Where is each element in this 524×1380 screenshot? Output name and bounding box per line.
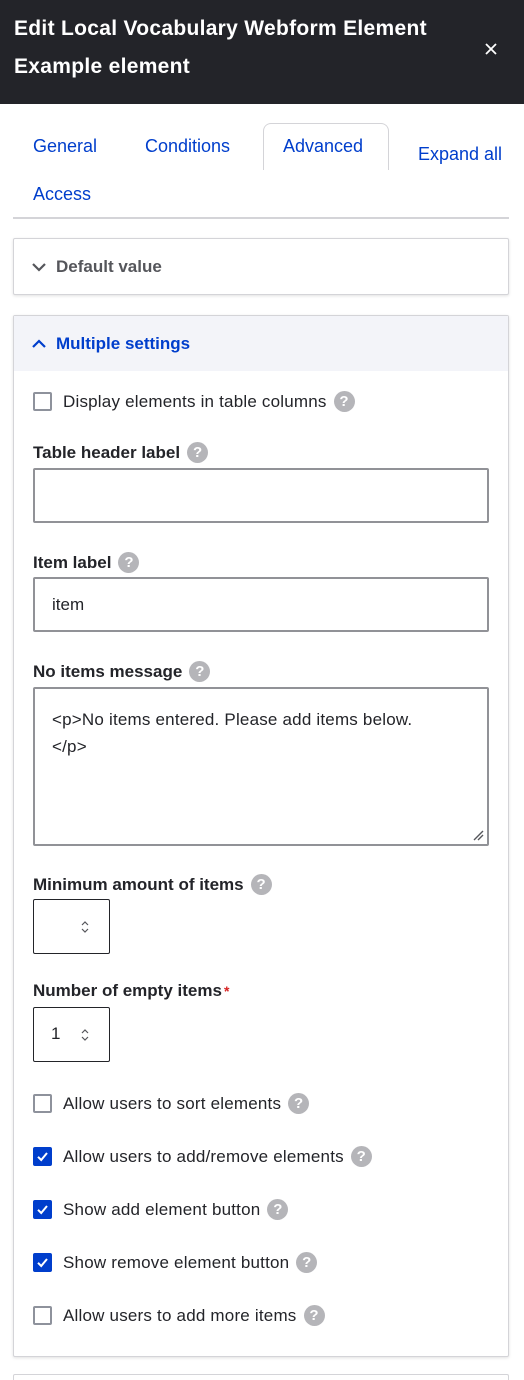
min-items-row: Minimum amount of items ? <box>33 874 272 895</box>
operations-label: Allow users to add/remove elements <box>63 1146 344 1166</box>
dialog-header: Edit Local Vocabulary Webform Element Ex… <box>0 0 524 104</box>
tab-access[interactable]: Access <box>33 184 91 205</box>
remove-button-label: Show remove element button <box>63 1252 290 1272</box>
empty-items-label: Number of empty items <box>33 981 222 1000</box>
add-button-label: Show add element button <box>63 1199 261 1219</box>
sorting-checkbox[interactable] <box>33 1094 52 1113</box>
default-value-summary[interactable]: Default value <box>14 239 508 294</box>
add-more-label: Allow users to add more items <box>63 1305 297 1325</box>
no-items-message-row: No items message ? <box>33 661 211 682</box>
add-button-checkbox[interactable] <box>33 1200 52 1219</box>
help-icon[interactable]: ? <box>189 661 211 682</box>
help-icon[interactable]: ? <box>118 552 140 573</box>
operations-row: Allow users to add/remove elements ? <box>33 1146 372 1167</box>
tab-general[interactable]: General <box>33 136 97 157</box>
checkmark-icon <box>37 1258 48 1268</box>
checkmark-icon <box>37 1152 48 1162</box>
add-button-row: Show add element button ? <box>33 1199 289 1220</box>
sorting-label: Allow users to sort elements <box>63 1093 282 1113</box>
close-icon[interactable] <box>478 36 504 62</box>
help-icon[interactable]: ? <box>250 874 272 895</box>
multiple-settings-summary[interactable]: Multiple settings <box>14 316 508 371</box>
display-in-table-label: Display elements in table columns <box>63 391 327 411</box>
item-label-row: Item label ? <box>33 552 140 573</box>
dialog-title: Edit Local Vocabulary Webform Element Ex… <box>14 17 427 78</box>
chevron-down-icon <box>30 258 48 276</box>
help-icon[interactable]: ? <box>296 1252 318 1273</box>
default-value-section: Default value <box>13 238 509 295</box>
min-items-input[interactable] <box>33 899 110 954</box>
tab-bar: General Conditions Advanced Expand all A… <box>0 104 524 220</box>
next-section-edge <box>13 1374 509 1380</box>
operations-checkbox[interactable] <box>33 1147 52 1166</box>
remove-button-row: Show remove element button ? <box>33 1252 318 1273</box>
chevron-up-icon <box>30 335 48 353</box>
help-icon[interactable]: ? <box>350 1146 372 1167</box>
help-icon[interactable]: ? <box>187 442 209 463</box>
resize-handle-icon[interactable] <box>472 829 484 841</box>
no-items-message-label: No items message <box>33 661 183 681</box>
min-items-label: Minimum amount of items <box>33 874 244 894</box>
remove-button-checkbox[interactable] <box>33 1253 52 1272</box>
empty-items-row: Number of empty items * <box>33 981 229 1001</box>
help-icon[interactable]: ? <box>303 1305 325 1326</box>
table-header-label-row: Table header label ? <box>33 442 209 463</box>
tab-conditions[interactable]: Conditions <box>145 136 230 157</box>
tabs-divider <box>13 217 509 219</box>
multiple-settings-label: Multiple settings <box>56 333 191 353</box>
add-more-row: Allow users to add more items ? <box>33 1305 325 1326</box>
display-in-table-checkbox[interactable] <box>33 392 52 411</box>
no-items-message-textarea[interactable]: <p>No items entered. Please add items be… <box>33 687 489 846</box>
empty-items-value: 1 <box>51 1024 61 1043</box>
sorting-row: Allow users to sort elements ? <box>33 1093 310 1114</box>
required-marker: * <box>223 983 230 999</box>
help-icon[interactable]: ? <box>288 1093 310 1114</box>
help-icon[interactable]: ? <box>267 1199 289 1220</box>
table-header-input[interactable] <box>33 468 489 523</box>
expand-all-link[interactable]: Expand all <box>418 144 502 165</box>
checkmark-icon <box>37 1205 48 1215</box>
item-label-label: Item label <box>33 552 112 572</box>
empty-items-input[interactable]: 1 <box>33 1007 110 1062</box>
table-header-label: Table header label <box>33 442 181 462</box>
default-value-label: Default value <box>56 256 162 276</box>
spinner-icon[interactable] <box>80 1027 90 1043</box>
help-icon[interactable]: ? <box>333 391 355 412</box>
display-in-table-row: Display elements in table columns ? <box>33 391 355 412</box>
spinner-icon[interactable] <box>80 919 90 935</box>
tab-advanced[interactable]: Advanced <box>283 136 363 157</box>
add-more-checkbox[interactable] <box>33 1306 52 1325</box>
item-label-input[interactable]: item <box>33 577 489 632</box>
